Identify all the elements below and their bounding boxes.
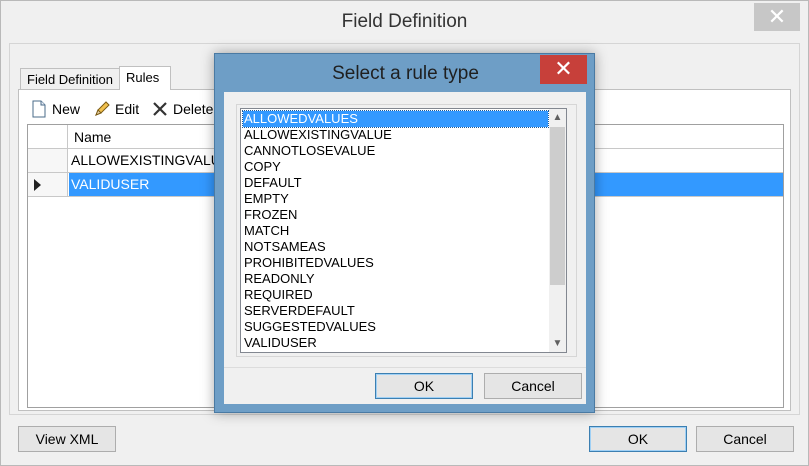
new-label: New — [52, 101, 81, 117]
row-header[interactable] — [28, 149, 68, 172]
new-button[interactable]: New — [30, 99, 80, 119]
current-row-arrow-icon — [34, 179, 41, 191]
edit-button[interactable]: Edit — [93, 99, 139, 119]
list-item[interactable]: NOTSAMEAS — [243, 239, 548, 255]
scrollbar-thumb[interactable] — [550, 127, 565, 285]
dialog-ok-button[interactable]: OK — [375, 373, 473, 399]
close-icon: ✕ — [554, 56, 573, 81]
list-item[interactable]: COPY — [243, 159, 548, 175]
ok-button[interactable]: OK — [589, 426, 687, 452]
tab-label: Rules — [126, 70, 160, 85]
window-titlebar[interactable]: Field Definition ✕ — [1, 1, 808, 43]
tab-field-definition[interactable]: Field Definition — [20, 68, 120, 89]
list-item[interactable]: READONLY — [243, 271, 548, 287]
list-item[interactable]: FROZEN — [243, 207, 548, 223]
grid-corner-cell[interactable] — [28, 125, 68, 149]
window-title: Field Definition — [341, 11, 468, 32]
list-item[interactable]: REQUIRED — [243, 287, 548, 303]
scroll-up-arrow-icon[interactable]: ▲ — [549, 109, 566, 126]
column-header-name[interactable]: Name — [74, 129, 111, 145]
scroll-down-arrow-icon[interactable]: ▼ — [549, 335, 566, 352]
list-item[interactable]: SERVERDEFAULT — [243, 303, 548, 319]
list-item[interactable]: ALLOWEXISTINGVALUE — [243, 127, 548, 143]
list-item[interactable]: DEFAULT — [243, 175, 548, 191]
list-item[interactable]: CANNOTLOSEVALUE — [243, 143, 548, 159]
list-item[interactable]: PROHIBITEDVALUES — [243, 255, 548, 271]
close-icon: ✕ — [767, 4, 787, 29]
dialog-title: Select a rule type — [332, 63, 479, 84]
list-item-selected[interactable]: ALLOWEDVALUES — [242, 110, 549, 128]
dialog-close-button[interactable]: ✕ — [540, 55, 587, 84]
dialog-cancel-button[interactable]: Cancel — [484, 373, 582, 399]
select-rule-type-dialog: Select a rule type ✕ ALLOWEDVALUES ALLOW… — [214, 53, 595, 413]
delete-x-icon — [151, 100, 169, 118]
list-item[interactable]: VALIDUSER — [243, 335, 548, 351]
tab-rules[interactable]: Rules — [119, 66, 171, 90]
dialog-divider — [224, 367, 586, 368]
list-item[interactable]: EMPTY — [243, 191, 548, 207]
delete-label: Delete — [173, 101, 214, 117]
pencil-icon — [93, 100, 111, 118]
cancel-button[interactable]: Cancel — [696, 426, 794, 452]
edit-label: Edit — [115, 101, 140, 117]
row-header[interactable] — [28, 173, 68, 196]
delete-button[interactable]: Delete — [151, 99, 213, 119]
dialog-client-area: ALLOWEDVALUES ALLOWEXISTINGVALUE CANNOTL… — [224, 92, 586, 404]
tab-label: Field Definition — [27, 72, 113, 87]
rule-type-listbox[interactable]: ALLOWEDVALUES ALLOWEXISTINGVALUE CANNOTL… — [240, 108, 567, 353]
window-close-button[interactable]: ✕ — [754, 3, 800, 31]
listbox-scrollbar[interactable]: ▲ ▼ — [549, 109, 566, 352]
list-item[interactable]: MATCH — [243, 223, 548, 239]
new-document-icon — [30, 100, 48, 118]
view-xml-button[interactable]: View XML — [18, 426, 116, 452]
list-item[interactable]: SUGGESTEDVALUES — [243, 319, 548, 335]
